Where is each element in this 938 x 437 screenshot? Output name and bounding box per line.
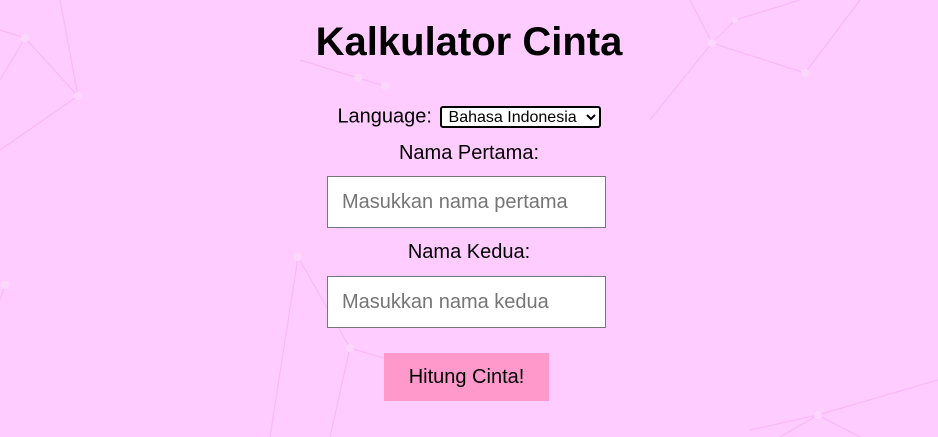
calculate-love-button[interactable]: Hitung Cinta! bbox=[384, 353, 549, 401]
page-title: Kalkulator Cinta bbox=[315, 20, 623, 64]
second-name-input[interactable] bbox=[327, 276, 606, 328]
main-content: Kalkulator Cinta Language: Bahasa Indone… bbox=[0, 0, 938, 437]
first-name-label: Nama Pertama: bbox=[398, 142, 540, 164]
language-row: Language: Bahasa Indonesia bbox=[0, 104, 938, 129]
first-name-input[interactable] bbox=[327, 176, 606, 228]
language-select[interactable]: Bahasa Indonesia bbox=[439, 105, 601, 128]
second-name-label: Nama Kedua: bbox=[407, 241, 531, 263]
language-label: Language: bbox=[337, 105, 432, 128]
